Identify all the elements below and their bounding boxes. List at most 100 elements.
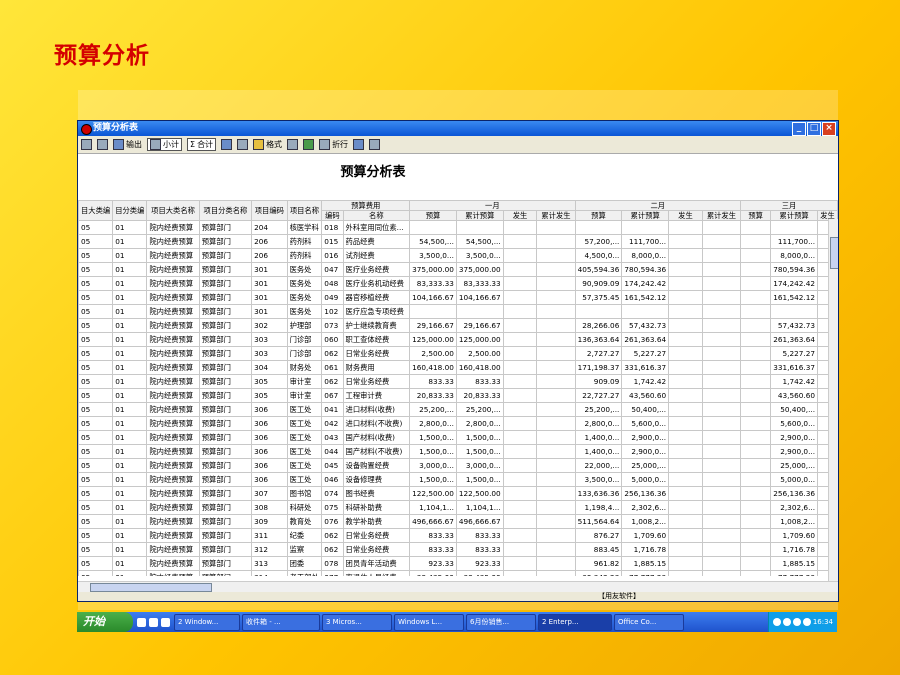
table-cell[interactable]: [502, 290, 538, 305]
close-button[interactable]: ×: [822, 122, 836, 136]
table-cell[interactable]: [701, 486, 742, 501]
table-cell[interactable]: 职工查体经费: [342, 332, 411, 347]
table-cell[interactable]: 076: [321, 514, 344, 529]
subtotal-button[interactable]: 小计: [147, 138, 182, 151]
table-cell[interactable]: 54,500,...: [409, 234, 457, 249]
table-cell[interactable]: 375,000.00: [455, 262, 504, 277]
table-cell[interactable]: 2,900,0...: [770, 430, 819, 445]
vertical-scroll-thumb[interactable]: [830, 237, 838, 269]
table-cell[interactable]: 307: [251, 486, 288, 501]
table-cell[interactable]: 05: [78, 332, 114, 347]
table-cell[interactable]: [668, 416, 703, 431]
table-cell[interactable]: 018: [321, 220, 344, 235]
table-cell[interactable]: 923.33: [409, 556, 457, 571]
table-cell[interactable]: 38,435.00: [455, 570, 504, 576]
table-cell[interactable]: [701, 220, 742, 235]
table-cell[interactable]: 院内经费预算: [146, 416, 200, 431]
table-cell[interactable]: 05: [78, 374, 114, 389]
table-cell[interactable]: 设备修理费: [342, 472, 411, 487]
table-cell[interactable]: 院内经费预算: [146, 360, 200, 375]
table-row[interactable]: 05 01 院内经费预算 预算部门 204 核医学科 018 外科室用同位素...: [78, 220, 838, 235]
table-cell[interactable]: 05: [78, 360, 114, 375]
table-cell[interactable]: [502, 374, 538, 389]
table-cell[interactable]: [502, 570, 538, 576]
table-cell[interactable]: [740, 542, 772, 557]
minimize-button[interactable]: _: [792, 122, 806, 136]
table-cell[interactable]: 171,198.37: [574, 360, 623, 375]
table-cell[interactable]: [668, 458, 703, 473]
table-cell[interactable]: 25,000,...: [621, 458, 670, 473]
table-cell[interactable]: [502, 234, 538, 249]
table-cell[interactable]: 医务处: [286, 262, 323, 277]
table-cell[interactable]: 5,227.27: [621, 346, 670, 361]
table-cell[interactable]: 日常业务经费: [342, 346, 411, 361]
table-cell[interactable]: 042: [321, 416, 344, 431]
table-cell[interactable]: 院内经费预算: [146, 458, 200, 473]
table-cell[interactable]: [668, 570, 703, 576]
table-cell[interactable]: [536, 234, 576, 249]
table-cell[interactable]: 161,542.12: [770, 290, 819, 305]
table-cell[interactable]: 2,500.00: [455, 346, 504, 361]
table-row[interactable]: 05 01 院内经费预算 预算部门 304 财务处 061 财务费用 160,418.00 160…: [78, 360, 838, 375]
table-row[interactable]: 05 01 院内经费预算 预算部门 303 门诊部 060 职工查体经费 125,000.00 1…: [78, 332, 838, 347]
table-cell[interactable]: 125,000.00: [409, 332, 457, 347]
table-cell[interactable]: [701, 430, 742, 445]
table-cell[interactable]: 05: [78, 528, 114, 543]
table-cell[interactable]: 院内经费预算: [146, 262, 200, 277]
table-cell[interactable]: [409, 304, 457, 319]
table-cell[interactable]: 01: [112, 514, 148, 529]
table-cell[interactable]: 05: [78, 430, 114, 445]
table-cell[interactable]: [701, 262, 742, 277]
table-cell[interactable]: [536, 402, 576, 417]
table-row[interactable]: 05 01 院内经费预算 预算部门 301 医务处 048 医疗业务机动经费 83,333.33…: [78, 276, 838, 291]
table-cell[interactable]: 医疗业务机动经费: [342, 276, 411, 291]
table-cell[interactable]: [701, 542, 742, 557]
table-cell[interactable]: [502, 402, 538, 417]
table-cell[interactable]: 01: [112, 262, 148, 277]
table-cell[interactable]: 老干部处: [286, 570, 323, 576]
table-cell[interactable]: 05: [78, 402, 114, 417]
table-cell[interactable]: [536, 318, 576, 333]
table-cell[interactable]: 医工处: [286, 416, 323, 431]
table-cell[interactable]: [701, 570, 742, 576]
table-cell[interactable]: [502, 500, 538, 515]
table-cell[interactable]: 01: [112, 248, 148, 263]
table-cell[interactable]: 306: [251, 472, 288, 487]
desktop-icon[interactable]: [161, 617, 170, 627]
table-cell[interactable]: 047: [321, 262, 344, 277]
table-cell[interactable]: 075: [321, 500, 344, 515]
table-cell[interactable]: 883.45: [574, 542, 623, 557]
table-cell[interactable]: [701, 514, 742, 529]
table-cell[interactable]: 041: [321, 402, 344, 417]
table-cell[interactable]: 062: [321, 346, 344, 361]
table-row[interactable]: 05 01 院内经费预算 预算部门 305 审计室 062 日常业务经费 833.33 833.3…: [78, 374, 838, 389]
table-cell[interactable]: 01: [112, 486, 148, 501]
table-cell[interactable]: [409, 220, 457, 235]
table-cell[interactable]: 院内经费预算: [146, 500, 200, 515]
table-cell[interactable]: 预算部门: [198, 234, 253, 249]
table-cell[interactable]: [536, 388, 576, 403]
table-cell[interactable]: 药剂科: [286, 248, 323, 263]
table-cell[interactable]: 05: [78, 444, 114, 459]
table-cell[interactable]: 25,000,...: [770, 458, 819, 473]
table-cell[interactable]: 133,636.36: [574, 486, 623, 501]
table-cell[interactable]: [536, 262, 576, 277]
table-cell[interactable]: [668, 276, 703, 291]
table-cell[interactable]: 067: [321, 388, 344, 403]
table-row[interactable]: 05 01 院内经费预算 预算部门 301 医务处 049 器官移植经费 104,166.67 1…: [78, 290, 838, 305]
table-cell[interactable]: 57,375.45: [574, 290, 623, 305]
table-cell[interactable]: 1,716.78: [621, 542, 670, 557]
table-cell[interactable]: 01: [112, 304, 148, 319]
table-cell[interactable]: [621, 220, 670, 235]
table-cell[interactable]: [701, 234, 742, 249]
table-cell[interactable]: 05: [78, 458, 114, 473]
table-cell[interactable]: 136,363.64: [574, 332, 623, 347]
table-cell[interactable]: [701, 500, 742, 515]
table-cell[interactable]: [574, 304, 623, 319]
table-cell[interactable]: [701, 290, 742, 305]
table-cell[interactable]: 纪委: [286, 528, 323, 543]
table-cell[interactable]: [536, 374, 576, 389]
table-cell[interactable]: 1,400,0...: [574, 444, 623, 459]
table-cell[interactable]: [668, 388, 703, 403]
table-cell[interactable]: 1,716.78: [770, 542, 819, 557]
